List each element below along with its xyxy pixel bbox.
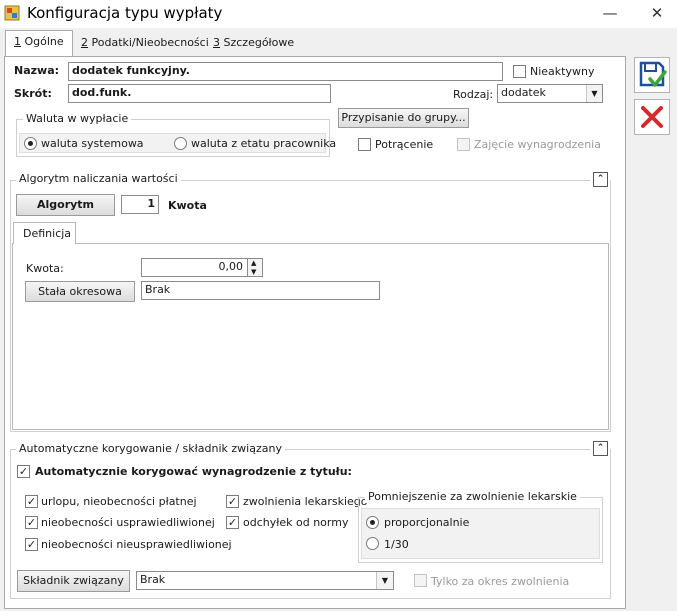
waluta-group-title: Waluta w wypłacie — [23, 112, 132, 125]
kwota-input[interactable]: 0,00 — [141, 258, 248, 277]
stala-okresowa-button[interactable]: Stała okresowa — [25, 281, 135, 302]
fraction-label: 1/30 — [384, 538, 409, 551]
potracenie-checkbox[interactable] — [358, 138, 371, 151]
spin-up-icon[interactable]: ▲ — [251, 259, 256, 267]
skladnik-zwiazany-button[interactable]: Składnik związany — [17, 570, 130, 592]
algorytm-button[interactable]: Algorytm — [16, 194, 115, 216]
zwolnienia-label: zwolnienia lekarskiego — [243, 495, 368, 508]
spin-down-icon[interactable]: ▼ — [251, 268, 256, 276]
waluta-systemowa-radio-dot — [28, 141, 33, 146]
kwota-label: Kwota: — [26, 262, 64, 275]
tylko-okres-checkbox[interactable] — [414, 574, 427, 587]
tab-definicja-label: Definicja — [23, 227, 72, 240]
save-floppy-icon — [639, 61, 667, 87]
proporcjonalnie-label: proporcjonalnie — [384, 516, 470, 529]
cancel-x-icon — [641, 106, 663, 128]
korygowanie-bottom-border — [10, 598, 611, 599]
skladnik-zwiazany-select[interactable]: Brak — [136, 571, 394, 590]
urlopu-label: urlopu, nieobecności płatnej — [41, 495, 197, 508]
rodzaj-value: dodatek — [501, 86, 546, 99]
potracenie-label: Potrącenie — [375, 138, 434, 151]
nieaktywny-label: Nieaktywny — [530, 65, 595, 78]
zajecie-label: Zajęcie wynagrodzenia — [474, 138, 601, 151]
skrot-label: Skrót: — [14, 87, 52, 100]
app-icon — [4, 5, 20, 21]
algorytm-number-input[interactable]: 1 — [121, 195, 159, 214]
skladnik-zwiazany-value: Brak — [140, 573, 166, 586]
tab-ogolne[interactable]: 1 Ogólne — [5, 30, 73, 57]
korygowanie-right-border — [610, 449, 611, 599]
waluta-systemowa-radio[interactable] — [24, 137, 37, 150]
save-button[interactable] — [634, 57, 670, 93]
algorytm-name: Kwota — [168, 199, 207, 212]
nieob-nieuspraw-checkbox[interactable]: ✓ — [25, 538, 38, 551]
korygowanie-collapse-icon[interactable]: ⌃ — [593, 441, 608, 456]
nieob-uspraw-label: nieobecności usprawiedliwionej — [41, 516, 215, 529]
urlopu-checkbox[interactable]: ✓ — [25, 495, 38, 508]
rodzaj-label: Rodzaj: — [453, 88, 494, 101]
waluta-systemowa-label: waluta systemowa — [41, 137, 144, 150]
przypisanie-do-grupy-button[interactable]: Przypisanie do grupy... — [338, 108, 469, 128]
auto-korygowac-checkbox[interactable]: ✓ — [17, 465, 30, 478]
pomniejszenie-group-title: Pomniejszenie za zwolnienie lekarskie — [365, 490, 580, 503]
close-button[interactable]: ✕ — [642, 2, 672, 24]
kwota-spinner[interactable]: ▲ ▼ — [248, 258, 263, 277]
skladnik-dropdown-icon[interactable]: ▼ — [376, 572, 393, 589]
algorytm-section-title: Algorytm naliczania wartości — [16, 172, 181, 185]
tab-podatki[interactable]: 2 Podatki/Nieobecności — [73, 32, 217, 56]
nieob-nieuspraw-label: nieobecności nieusprawiedliwionej — [41, 538, 232, 551]
proporcjonalnie-radio[interactable] — [366, 516, 379, 529]
cancel-button[interactable] — [634, 99, 670, 135]
proporcjonalnie-radio-dot — [370, 520, 375, 525]
minimize-button[interactable]: — — [595, 2, 625, 24]
algorytm-collapse-icon[interactable]: ⌃ — [593, 172, 608, 187]
window-title: Konfiguracja typu wypłaty — [27, 4, 223, 22]
tab-definicja[interactable]: Definicja — [13, 222, 76, 244]
definicja-panel — [12, 243, 609, 430]
nazwa-input[interactable]: dodatek funkcyjny. — [68, 62, 503, 81]
zwolnienia-checkbox[interactable]: ✓ — [226, 495, 239, 508]
nieob-uspraw-checkbox[interactable]: ✓ — [25, 516, 38, 529]
algorytm-right-border — [610, 180, 611, 432]
korygowanie-section-title: Automatyczne korygowanie / składnik zwią… — [16, 442, 285, 455]
fraction-radio[interactable] — [366, 537, 379, 550]
tab-bar: 1 Ogólne 2 Podatki/Nieobecności 3 Szczeg… — [0, 28, 625, 57]
nazwa-label: Nazwa: — [14, 64, 60, 77]
skrot-input[interactable]: dod.funk. — [68, 84, 331, 103]
zajecie-checkbox[interactable] — [457, 138, 470, 151]
waluta-etatu-label: waluta z etatu pracownika — [191, 137, 337, 150]
rodzaj-dropdown-icon[interactable]: ▼ — [586, 85, 602, 102]
korygowanie-left-border — [10, 449, 11, 599]
definicja-tab-join — [14, 242, 75, 245]
tab-szczegolowe[interactable]: 3 Szczegółowe — [205, 32, 302, 56]
algorytm-left-border — [10, 180, 11, 432]
auto-korygowac-label: Automatycznie korygować wynagrodzenie z … — [35, 465, 352, 478]
algorytm-bottom-border — [10, 431, 611, 432]
nieaktywny-checkbox[interactable] — [513, 65, 526, 78]
waluta-etatu-radio[interactable] — [174, 137, 187, 150]
window-title-bar: Konfiguracja typu wypłaty — ✕ — [0, 0, 677, 28]
tylko-okres-label: Tylko za okres zwolnienia — [431, 575, 570, 588]
odchylek-checkbox[interactable]: ✓ — [226, 516, 239, 529]
stala-okresowa-input[interactable]: Brak — [141, 281, 380, 300]
odchylek-label: odchyłek od normy — [243, 516, 349, 529]
